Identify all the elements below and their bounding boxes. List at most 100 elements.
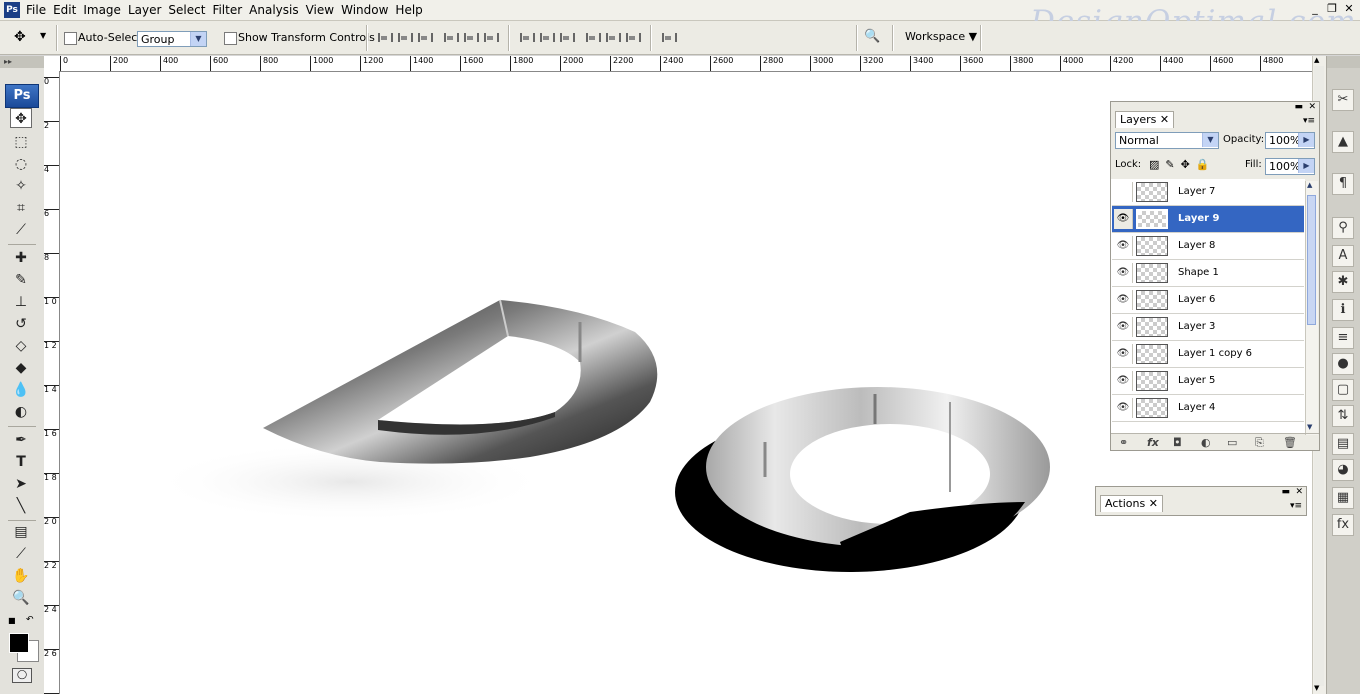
notes-panel-icon[interactable]: ▤ [1332, 433, 1354, 455]
color-icon[interactable]: ◕ [1332, 459, 1354, 481]
lock-icons[interactable]: ▨✎✥🔒 [1149, 158, 1216, 171]
layer-style-icon[interactable]: fx [1147, 436, 1159, 449]
type-tool-icon[interactable]: T [10, 452, 32, 472]
lock-all-icon[interactable]: 🔒 [1196, 158, 1216, 171]
visibility-eye-icon[interactable]: 👁 [1114, 371, 1133, 391]
menu-file[interactable]: File [26, 3, 53, 17]
new-layer-icon[interactable]: ⎘ [1255, 436, 1264, 450]
chevron-right-icon[interactable]: ▶ [1298, 159, 1314, 173]
fill-field[interactable]: 100% ▶ [1265, 158, 1315, 175]
visibility-eye-icon[interactable]: 👁 [1114, 209, 1133, 229]
visibility-eye-icon[interactable]: 👁 [1114, 317, 1133, 337]
align-top-icon[interactable] [376, 30, 393, 46]
tab-close-icon[interactable]: ✕ [1160, 113, 1169, 126]
history-icon[interactable]: ⇅ [1332, 405, 1354, 427]
scroll-up-icon[interactable]: ▲ [1314, 56, 1319, 64]
distribute-right-icon[interactable] [624, 30, 641, 46]
menu-select[interactable]: Select [168, 3, 212, 17]
default-colors-icon[interactable]: ■ [8, 616, 16, 625]
toolbox-grip-icon[interactable]: ▸▸ [0, 56, 44, 68]
lock-position-icon[interactable]: ✥ [1181, 158, 1196, 171]
panel-minimize-icon[interactable]: ▬ [1294, 102, 1303, 112]
distribute-bottom-icon[interactable] [558, 30, 575, 46]
swatches-icon[interactable]: ▦ [1332, 487, 1354, 509]
crop-tool-icon[interactable]: ⌗ [10, 198, 32, 218]
menu-layer[interactable]: Layer [128, 3, 168, 17]
move-tool-preset-icon[interactable]: ✥ [14, 29, 36, 47]
panel-menu-icon[interactable]: ▾≡ [1290, 501, 1302, 511]
delete-layer-icon[interactable]: 🗑 [1283, 436, 1297, 449]
auto-align-icon[interactable] [660, 30, 677, 46]
character-icon[interactable]: A [1332, 245, 1354, 267]
lock-transparent-icon[interactable]: ▨ [1149, 158, 1165, 171]
scroll-down-icon[interactable]: ▼ [1314, 684, 1319, 692]
brush-tool-icon[interactable]: ✎ [10, 270, 32, 290]
visibility-eye-icon[interactable]: 👁 [1114, 236, 1133, 256]
info-icon[interactable]: ℹ [1332, 299, 1354, 321]
eraser-tool-icon[interactable]: ◇ [10, 336, 32, 356]
layer-row[interactable]: 👁 Layer 1 copy 6 [1112, 341, 1304, 368]
hand-tool-icon[interactable]: ✋ [10, 566, 32, 586]
brushes-icon[interactable]: ● [1332, 353, 1354, 375]
paint-bucket-tool-icon[interactable]: ◆ [10, 358, 32, 378]
menu-edit[interactable]: Edit [53, 3, 83, 17]
visibility-eye-icon[interactable]: 👁 [1114, 263, 1133, 283]
menu-filter[interactable]: Filter [212, 3, 249, 17]
pen-tool-icon[interactable]: ✒ [10, 430, 32, 450]
align-left-icon[interactable] [442, 30, 459, 46]
layer-row[interactable]: 👁 Shape 1 [1112, 260, 1304, 287]
lock-image-icon[interactable]: ✎ [1165, 158, 1180, 171]
healing-brush-tool-icon[interactable]: ✚ [10, 248, 32, 268]
menu-window[interactable]: Window [341, 3, 395, 17]
auto-select-dropdown[interactable]: Group ▼ [137, 31, 207, 47]
ruler-vertical[interactable]: 024681 01 21 41 61 82 02 22 42 62 8 [44, 71, 60, 694]
new-group-icon[interactable]: ▭ [1227, 436, 1237, 449]
styles-icon[interactable]: fx [1332, 514, 1354, 536]
restore-icon[interactable]: ❐ [1325, 2, 1339, 16]
scroll-down-icon[interactable]: ▼ [1307, 423, 1312, 431]
lasso-tool-icon[interactable]: ◌ [10, 154, 32, 174]
quick-mask-icon[interactable]: ◯ [12, 668, 32, 683]
paths-icon[interactable]: ▢ [1332, 379, 1354, 401]
layer-row[interactable]: 👁 Layer 4 [1112, 395, 1304, 422]
layer-row[interactable]: 👁 Layer 5 [1112, 368, 1304, 395]
ruler-horizontal[interactable]: 0 200 400 600 800 1000 1200 1400 1600 1800 2000 220… [44, 56, 1312, 72]
adjustment-layer-icon[interactable]: ◐ [1201, 436, 1211, 449]
opacity-field[interactable]: 100% ▶ [1265, 132, 1315, 149]
panel-menu-icon[interactable]: ▾≡ [1303, 116, 1315, 126]
marquee-tool-icon[interactable]: ⬚ [10, 132, 32, 152]
tab-actions[interactable]: Actions ✕ [1100, 495, 1163, 512]
magic-wand-tool-icon[interactable]: ✧ [10, 176, 32, 196]
layer-row[interactable]: 👁 Layer 3 [1112, 314, 1304, 341]
chevron-right-icon[interactable]: ▶ [1298, 133, 1314, 147]
toolbox-logo[interactable]: Ps [5, 84, 39, 108]
line-tool-icon[interactable]: ╲ [10, 496, 32, 516]
align-bottom-icon[interactable] [416, 30, 433, 46]
histogram-icon[interactable]: ▲ [1332, 131, 1354, 153]
distribute-left-icon[interactable] [584, 30, 601, 46]
clone-source-icon[interactable]: ⚲ [1332, 217, 1354, 239]
swap-colors-icon[interactable]: ↶ [26, 615, 34, 625]
zoom-tool-icon[interactable]: 🔍 [10, 588, 32, 608]
align-hcenter-icon[interactable] [462, 30, 479, 46]
dock-grip-icon[interactable] [1327, 56, 1360, 68]
layer-row[interactable]: 👁 Layer 8 [1112, 233, 1304, 260]
clone-stamp-tool-icon[interactable]: ⊥ [10, 292, 32, 312]
layers-scroll-thumb[interactable] [1307, 195, 1316, 325]
layers-scrollbar[interactable]: ▲ ▼ [1305, 181, 1318, 435]
distribute-hcenter-icon[interactable] [604, 30, 621, 46]
tool-presets-icon[interactable]: ✂ [1332, 89, 1354, 111]
move-tool-icon[interactable]: ✥ [10, 108, 32, 128]
paragraph-icon[interactable]: ¶ [1332, 173, 1354, 195]
visibility-eye-icon[interactable]: 👁 [1114, 398, 1133, 418]
close-icon[interactable]: ✕ [1342, 2, 1356, 16]
menu-view[interactable]: View [306, 3, 341, 17]
auto-select-checkbox[interactable] [64, 31, 77, 45]
menu-help[interactable]: Help [395, 3, 429, 17]
navigator-icon[interactable]: ✱ [1332, 271, 1354, 293]
layer-comps-icon[interactable]: ≡ [1332, 327, 1354, 349]
link-layers-icon[interactable]: ⚭ [1119, 436, 1128, 449]
distribute-top-icon[interactable] [518, 30, 535, 46]
panel-close-icon[interactable]: ✕ [1308, 102, 1316, 112]
tool-preset-dropdown-icon[interactable]: ▼ [40, 31, 46, 40]
